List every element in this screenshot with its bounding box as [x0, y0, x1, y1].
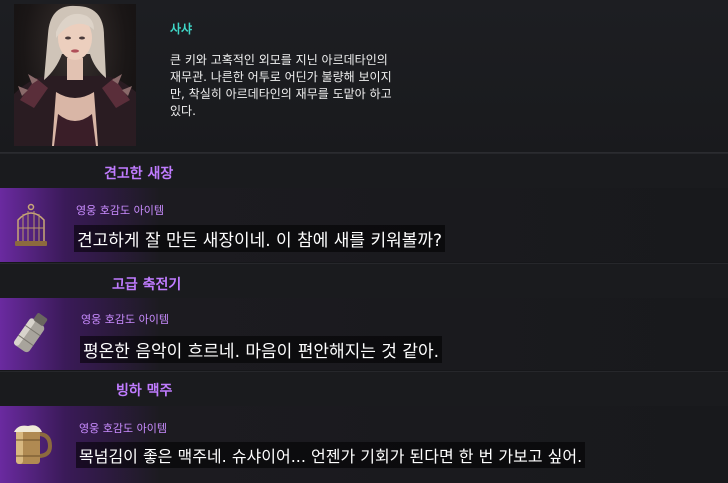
item-quote: 평온한 음악이 흐르네. 마음이 편안해지는 것 같아. — [80, 336, 443, 363]
item-title: 견고한 새장 — [104, 166, 174, 182]
item-grade: 영웅 호감도 아이템 — [76, 204, 164, 217]
item-row[interactable]: 영웅 호감도 아이템 목넘김이 좋은 맥주네. 슈샤이어... 언젠가 기회가 … — [0, 406, 728, 483]
portrait-icon — [14, 5, 136, 146]
character-name: 사샤 — [170, 22, 193, 36]
item-header: 견고한 새장 — [0, 153, 728, 188]
item-grade: 영웅 호감도 아이템 — [79, 422, 167, 435]
item-quote: 견고하게 잘 만든 새장이네. 이 참에 새를 키워볼까? — [74, 225, 446, 252]
character-description: 큰 키와 고혹적인 외모를 지닌 아르데타인의 재무관. 나른한 어투로 어딘가… — [170, 52, 460, 120]
item-title: 빙하 맥주 — [116, 383, 173, 399]
description-line: 있다. — [170, 104, 196, 118]
item-quote: 목넘김이 좋은 맥주네. 슈샤이어... 언젠가 기회가 된다면 한 번 가보고… — [76, 442, 586, 468]
item-row[interactable]: 영웅 호감도 아이템 견고하게 잘 만든 새장이네. 이 참에 새를 키워볼까? — [0, 188, 728, 262]
item-header: 빙하 맥주 — [0, 371, 728, 406]
beer-mug-icon — [8, 420, 54, 470]
item-header: 고급 축전기 — [0, 263, 728, 298]
item-row[interactable]: 영웅 호감도 아이템 평온한 음악이 흐르네. 마음이 편안해지는 것 같아. — [0, 298, 728, 370]
capacitor-canister-icon — [8, 308, 54, 358]
description-line: 재무관. 나른한 어투로 어딘가 불량해 보이지 — [170, 70, 392, 84]
item-grade: 영웅 호감도 아이템 — [81, 313, 169, 326]
item-title: 고급 축전기 — [112, 277, 182, 293]
birdcage-icon — [8, 202, 54, 252]
description-line: 만, 착실히 아르데타인의 재무를 도맡아 하고 — [170, 87, 392, 101]
character-portrait — [14, 4, 136, 146]
description-line: 큰 키와 고혹적인 외모를 지닌 아르데타인의 — [170, 53, 388, 67]
character-profile: 사샤 큰 키와 고혹적인 외모를 지닌 아르데타인의 재무관. 나른한 어투로 … — [0, 0, 728, 153]
